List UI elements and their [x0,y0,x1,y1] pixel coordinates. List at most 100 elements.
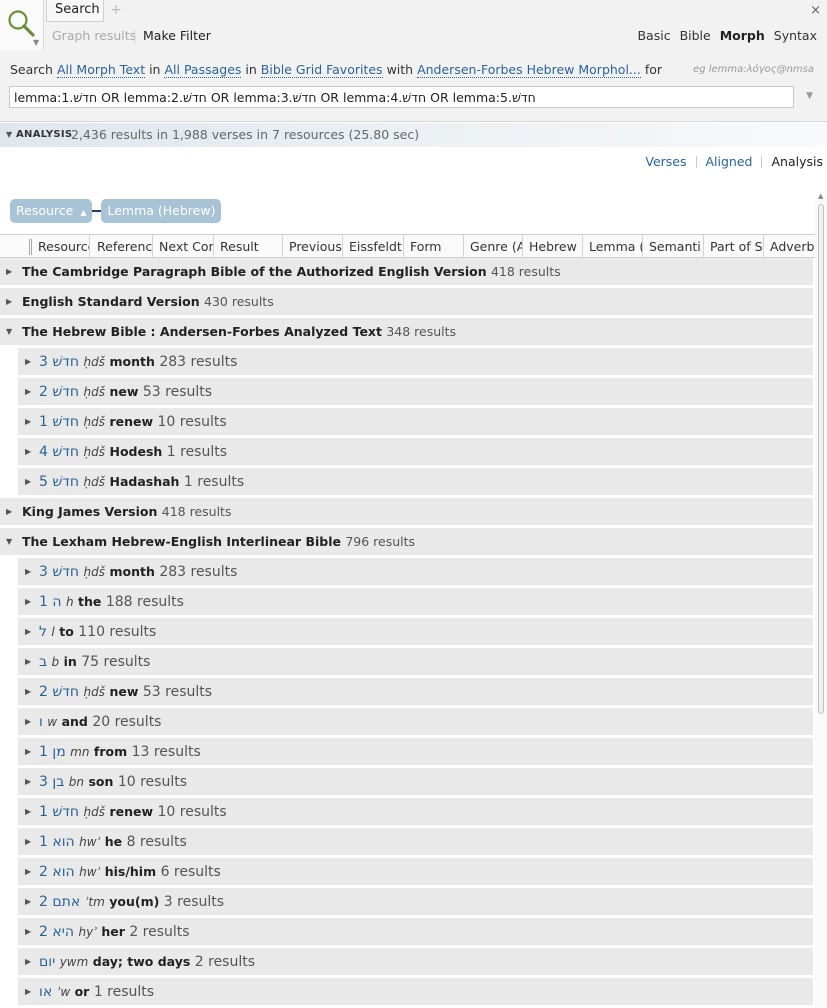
resource-group-row[interactable]: ▶ English Standard Version 430 results [0,288,813,315]
column-header[interactable]: Next Cor [154,235,214,257]
scope-dropdown[interactable]: All Morph Text [56,62,146,78]
tab-aligned[interactable]: Aligned [706,154,753,169]
lemma-group-row[interactable]: ▶ 3 חדשׁ ḥdš month 283 results [18,558,813,585]
lemma-group-row[interactable]: ▶ או ʾw or 1 results [18,978,813,1005]
collapsed-triangle-icon[interactable]: ▶ [25,798,31,825]
collapsed-triangle-icon[interactable]: ▶ [25,348,31,375]
mode-morph[interactable]: Morph [720,28,765,43]
lemma-group-row[interactable]: ▶ 2 חדשׁ ḥdš new 53 results [18,378,813,405]
column-header[interactable]: Adverbi [765,235,815,257]
lemma-group-row[interactable]: ▶ 3 בן bn son 10 results [18,768,813,795]
collapsed-triangle-icon[interactable]: ▶ [25,828,31,855]
column-header[interactable]: Hebrew [524,235,583,257]
collapsed-triangle-icon[interactable]: ▶ [25,738,31,765]
column-header[interactable]: Result [215,235,283,257]
graph-results-button[interactable]: Graph results [52,28,136,43]
scroll-up-icon[interactable]: ▲ [818,192,823,200]
collapsed-triangle-icon[interactable]: ▶ [25,558,31,585]
tab-search[interactable]: Search [46,0,104,22]
lemma-group-row[interactable]: ▶ 1 חדשׁ ḥdš renew 10 results [18,408,813,435]
collection-dropdown[interactable]: Bible Grid Favorites [260,62,383,78]
collapsed-triangle-icon[interactable]: ▶ [25,768,31,795]
collapsed-triangle-icon[interactable]: ▶ [6,288,12,315]
lemma-sense-number: 1 [39,414,48,430]
add-tab-button[interactable]: + [110,2,124,18]
lemma-group-row[interactable]: ▶ יום ywm day; two days 2 results [18,948,813,975]
lemma-group-row[interactable]: ▶ 1 מן mn from 13 results [18,738,813,765]
scrollbar-thumb[interactable] [818,204,824,714]
collapsed-triangle-icon[interactable]: ▶ [25,678,31,705]
lemma-group-row[interactable]: ▶ ב b in 75 results [18,648,813,675]
column-header[interactable]: Form [405,235,464,257]
result-count: 10 results [157,804,227,820]
group-chip-lemma[interactable]: Lemma (Hebrew) [101,199,222,223]
collapsed-triangle-icon[interactable]: ▶ [25,378,31,405]
vertical-scrollbar[interactable]: ▲ [815,192,827,1008]
lemma-sense-number: 2 [39,924,48,940]
tab-analysis[interactable]: Analysis [771,154,823,169]
collapsed-triangle-icon[interactable]: ▶ [25,858,31,885]
mode-basic[interactable]: Basic [637,28,670,43]
collapsed-triangle-icon[interactable]: ▶ [25,468,31,495]
collapsed-triangle-icon[interactable]: ▶ [25,408,31,435]
resource-group-row[interactable]: ▼ The Hebrew Bible : Andersen-Forbes Anal… [0,318,813,345]
lemma-group-row[interactable]: ▶ ל l to 110 results [18,618,813,645]
collapsed-triangle-icon[interactable]: ▶ [25,948,31,975]
sort-ascending-icon: ▲ [80,208,87,217]
expanded-triangle-icon[interactable]: ▼ [6,528,12,555]
lemma-group-row[interactable]: ▶ ו w and 20 results [18,708,813,735]
lemma-group-row[interactable]: ▶ 5 חדשׁ ḥdš Hadashah 1 results [18,468,813,495]
lemma-group-row[interactable]: ▶ 4 חדשׁ ḥdš Hodesh 1 results [18,438,813,465]
chevron-down-icon[interactable]: ▼ [806,91,813,101]
resource-group-row[interactable]: ▼ The Lexham Hebrew-English Interlinear B… [0,528,813,555]
passages-dropdown[interactable]: All Passages [164,62,242,78]
lemma-group-row[interactable]: ▶ 1 חדשׁ ḥdš renew 10 results [18,798,813,825]
group-chip-resource[interactable]: Resource ▲ [10,199,93,223]
mode-syntax[interactable]: Syntax [774,28,817,43]
tab-verses[interactable]: Verses [645,154,686,169]
lemma-group-row[interactable]: ▶ 1 ה h the 188 results [18,588,813,615]
collapsed-triangle-icon[interactable]: ▶ [25,918,31,945]
result-count: 10 results [157,414,227,430]
search-app-icon[interactable]: ▼ [0,0,44,50]
column-header[interactable]: Part of S [705,235,764,257]
collapsed-triangle-icon[interactable]: ▶ [25,618,31,645]
collapse-triangle-icon[interactable]: ▼ [6,130,12,139]
collapsed-triangle-icon[interactable]: ▶ [6,498,12,525]
lemma-entry: 1 חדשׁ ḥdš renew 10 results [39,798,227,826]
collapsed-triangle-icon[interactable]: ▶ [6,258,12,285]
mode-bible[interactable]: Bible [680,28,711,43]
make-filter-button[interactable]: Make Filter [143,28,211,43]
column-header[interactable]: Eissfeldt [344,235,404,257]
expanded-triangle-icon[interactable]: ▼ [6,318,12,345]
column-header[interactable]: Referenc [92,235,153,257]
collapsed-triangle-icon[interactable]: ▶ [25,438,31,465]
gloss: son [88,774,114,789]
column-header[interactable]: Previous [284,235,343,257]
lemma-group-row[interactable]: ▶ 2 אתם ʾtm you(m) 3 results [18,888,813,915]
lemma-group-row[interactable]: ▶ 1 הוא hwʾ he 8 results [18,828,813,855]
column-header[interactable]: Lemma ( [584,235,643,257]
lemma-group-row[interactable]: ▶ 3 חדשׁ ḥdš month 283 results [18,348,813,375]
transliteration: bn [68,775,84,789]
resource-group-row[interactable]: ▶ King James Version 418 results [0,498,813,525]
hebrew-lemma: חדשׁ [52,444,80,460]
morphology-dropdown[interactable]: Andersen-Forbes Hebrew Morphol... [417,62,641,78]
column-drag-handle[interactable] [29,239,32,255]
column-header[interactable]: Resource [33,235,90,257]
lemma-group-row[interactable]: ▶ 2 חדשׁ ḥdš new 53 results [18,678,813,705]
close-button[interactable]: × [810,3,821,18]
collapsed-triangle-icon[interactable]: ▶ [25,648,31,675]
resource-group-row[interactable]: ▶ The Cambridge Paragraph Bible of the Au… [0,258,813,285]
collapsed-triangle-icon[interactable]: ▶ [25,588,31,615]
collapsed-triangle-icon[interactable]: ▶ [25,708,31,735]
lemma-group-row[interactable]: ▶ 2 היא hyʾ her 2 results [18,918,813,945]
analysis-header[interactable]: ▼ ANALYSIS 2,436 results in 1,988 verses… [0,123,827,147]
view-tabs: Verses Aligned Analysis [645,154,823,169]
column-header[interactable]: Genre (A [465,235,523,257]
column-header[interactable]: Semanti [644,235,704,257]
collapsed-triangle-icon[interactable]: ▶ [25,978,31,1005]
collapsed-triangle-icon[interactable]: ▶ [25,888,31,915]
search-input[interactable] [9,86,794,108]
lemma-group-row[interactable]: ▶ 2 הוא hwʾ his/him 6 results [18,858,813,885]
